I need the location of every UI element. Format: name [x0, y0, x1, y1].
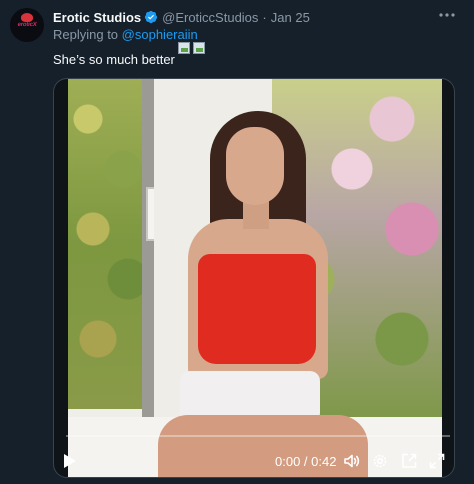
- settings-gear-icon[interactable]: [371, 452, 389, 470]
- separator-dot: ·: [262, 9, 267, 25]
- avatar-logo-text: eroticX: [17, 22, 37, 28]
- verified-badge-icon: [145, 10, 158, 24]
- person-red-top: [198, 254, 316, 364]
- fullscreen-expand-icon[interactable]: [428, 452, 446, 470]
- tweet-text: She’s so much better: [53, 42, 205, 67]
- video-controls: 0:00 / 0:42: [53, 446, 455, 476]
- handle[interactable]: @EroticcStudios: [162, 10, 258, 25]
- person-face: [226, 127, 284, 205]
- reply-mention-link[interactable]: @sophieraiin: [122, 27, 198, 42]
- background-foliage-left: [68, 79, 146, 409]
- volume-icon[interactable]: [343, 452, 361, 470]
- more-horizontal-icon[interactable]: [438, 8, 456, 22]
- reply-context: Replying to @sophieraiin: [53, 27, 198, 42]
- video-player[interactable]: [53, 78, 455, 478]
- reply-prefix: Replying to: [53, 27, 119, 42]
- video-time: 0:00 / 0:42: [275, 454, 337, 469]
- avatar[interactable]: eroticX: [10, 8, 44, 42]
- avatar-logo-mark: [21, 13, 33, 22]
- broken-image-icon: [192, 42, 205, 54]
- tweet-header: Erotic Studios @EroticcStudios · Jan 25: [53, 9, 310, 25]
- display-name[interactable]: Erotic Studios: [53, 10, 141, 25]
- window-frame: [142, 79, 154, 424]
- video-progress-bar[interactable]: [66, 435, 450, 437]
- tweet[interactable]: eroticX Erotic Studios @EroticcStudios ·…: [0, 0, 474, 484]
- video-frame[interactable]: [68, 79, 442, 477]
- picture-in-picture-icon[interactable]: [400, 452, 418, 470]
- tweet-date[interactable]: Jan 25: [271, 10, 310, 25]
- play-icon[interactable]: [63, 453, 77, 469]
- tweet-text-content: She’s so much better: [53, 52, 175, 67]
- broken-image-icon: [177, 42, 190, 54]
